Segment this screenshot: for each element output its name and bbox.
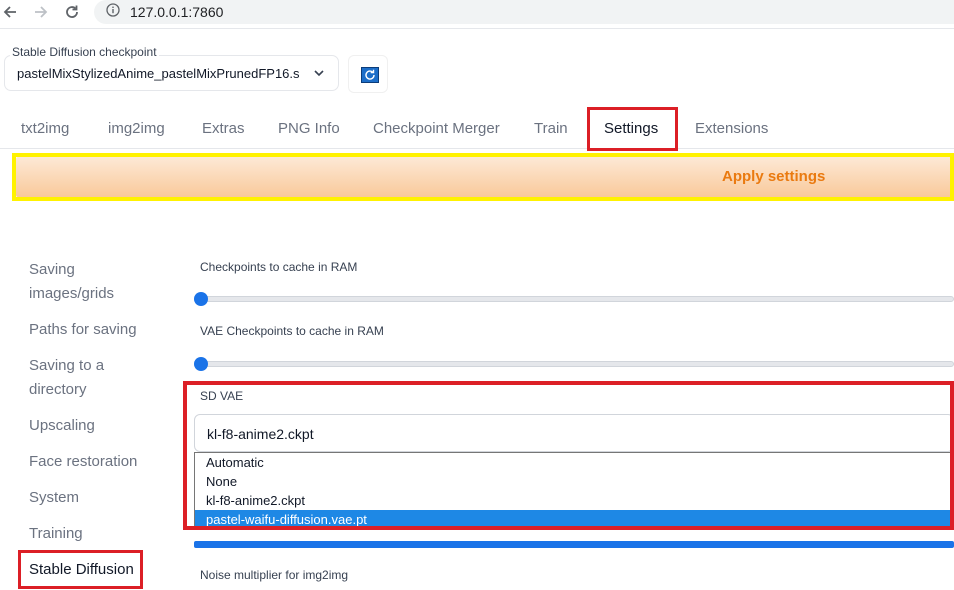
sd-vae-highlight	[183, 381, 954, 530]
checkpoint-dropdown[interactable]: pastelMixStylizedAnime_pastelMixPrunedFP…	[4, 55, 339, 91]
address-bar[interactable]: 127.0.0.1:7860	[94, 0, 954, 24]
tab-png-info[interactable]: PNG Info	[278, 120, 340, 137]
sidebar-item-face-restoration[interactable]: Face restoration	[29, 450, 137, 474]
tabs-divider	[0, 148, 954, 149]
checkpoints-cache-slider-thumb[interactable]	[194, 292, 208, 306]
refresh-checkpoint-button[interactable]	[348, 55, 388, 93]
chevron-down-icon	[312, 66, 326, 80]
tab-checkpoint-merger[interactable]: Checkpoint Merger	[373, 120, 500, 137]
forward-icon[interactable]	[31, 2, 51, 22]
sidebar-item-label: images/grids	[29, 285, 115, 302]
noise-multiplier-label: Noise multiplier for img2img	[200, 568, 349, 582]
back-icon[interactable]	[0, 2, 20, 22]
sidebar-item-saving-images[interactable]: Saving images/grids	[29, 258, 114, 306]
refresh-icon	[361, 67, 379, 83]
checkpoint-value: pastelMixStylizedAnime_pastelMixPrunedFP…	[17, 65, 300, 81]
sidebar-item-upscaling[interactable]: Upscaling	[29, 414, 95, 438]
toolbar-divider	[0, 28, 954, 29]
tab-extras[interactable]: Extras	[202, 120, 245, 137]
tab-train[interactable]: Train	[534, 120, 568, 137]
tab-extensions[interactable]: Extensions	[695, 120, 768, 137]
checkpoints-cache-slider[interactable]	[200, 296, 954, 302]
sidebar-item-label: directory	[29, 381, 87, 398]
sidebar-item-saving-to-directory[interactable]: Saving to a directory	[29, 354, 104, 402]
slider-track-filled[interactable]	[194, 541, 954, 548]
sidebar-item-training[interactable]: Training	[29, 522, 83, 546]
url-text: 127.0.0.1:7860	[130, 4, 224, 20]
stable-diffusion-highlight	[18, 550, 143, 589]
browser-toolbar: 127.0.0.1:7860	[0, 0, 954, 24]
vae-cache-slider[interactable]	[200, 361, 954, 367]
sidebar-item-label: Saving to a	[29, 357, 105, 374]
sidebar-item-label: Saving	[29, 261, 75, 278]
apply-settings-highlight	[12, 153, 954, 201]
main-tabs: txt2img img2img Extras PNG Info Checkpoi…	[0, 108, 954, 150]
sidebar-item-paths-for-saving[interactable]: Paths for saving	[29, 318, 137, 342]
reload-icon[interactable]	[62, 2, 82, 22]
tab-txt2img[interactable]: txt2img	[21, 120, 69, 137]
checkpoint-label: Stable Diffusion checkpoint	[10, 45, 159, 59]
sidebar-item-system[interactable]: System	[29, 486, 79, 510]
vae-cache-slider-thumb[interactable]	[194, 357, 208, 371]
checkpoint-panel: pastelMixStylizedAnime_pastelMixPrunedFP…	[4, 38, 339, 93]
vae-cache-label: VAE Checkpoints to cache in RAM	[200, 324, 384, 338]
tab-img2img[interactable]: img2img	[108, 120, 165, 137]
settings-tab-highlight	[587, 107, 678, 151]
checkpoints-cache-label: Checkpoints to cache in RAM	[200, 260, 358, 274]
info-icon[interactable]	[106, 2, 120, 22]
